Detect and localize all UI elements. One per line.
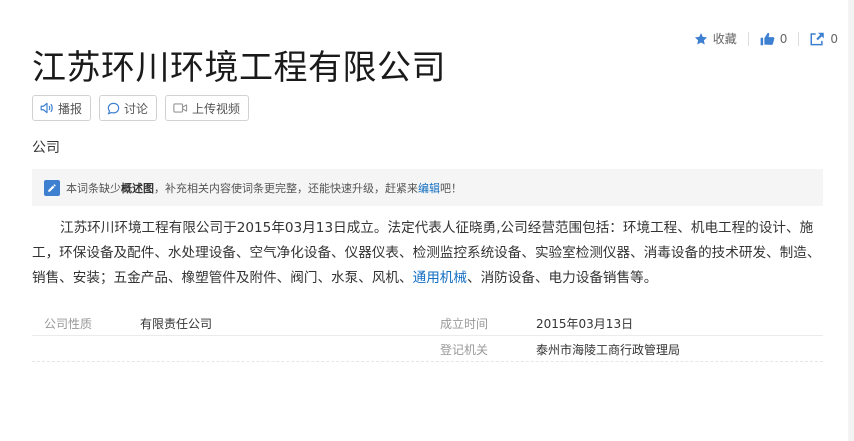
like-count: 0 bbox=[779, 31, 788, 46]
video-icon bbox=[173, 102, 188, 114]
star-icon bbox=[694, 32, 708, 46]
speaker-icon bbox=[40, 102, 54, 114]
discuss-label: 讨论 bbox=[124, 101, 149, 116]
basic-info-value: 泰州市海陵工商行政管理局 bbox=[536, 343, 681, 357]
basic-info-value: 2015年03月13日 bbox=[536, 317, 634, 331]
divider bbox=[747, 31, 749, 46]
share-button[interactable]: 0 bbox=[810, 32, 838, 46]
missing-image-notice: 本词条缺少 概述图 ，补充相关内容使词条更完整，还能快速升级，赶紧来 编辑 吧！ bbox=[32, 169, 823, 206]
notice-prefix: 本词条缺少 bbox=[66, 181, 121, 195]
basic-info-row: 登记机关 泰州市海陵工商行政管理局 bbox=[32, 336, 823, 362]
basic-info-value: 有限责任公司 bbox=[140, 317, 213, 331]
entry-toolbar: 播报 讨论 上传视频 bbox=[32, 95, 250, 121]
basic-info-name: 成立时间 bbox=[440, 317, 489, 331]
notice-missing-item: 概述图 bbox=[121, 181, 154, 195]
favorite-button[interactable]: 收藏 bbox=[694, 30, 737, 47]
basic-info-name: 登记机关 bbox=[440, 343, 489, 357]
chat-bubble-icon bbox=[107, 102, 120, 115]
divider bbox=[798, 31, 800, 46]
basic-info-name: 公司性质 bbox=[44, 317, 93, 331]
notice-suffix: 吧！ bbox=[440, 181, 462, 195]
favorite-label: 收藏 bbox=[712, 32, 737, 46]
upload-video-label: 上传视频 bbox=[192, 101, 241, 116]
pencil-icon bbox=[44, 179, 60, 196]
upload-video-button[interactable]: 上传视频 bbox=[165, 95, 250, 121]
summary-text-end: 、消防设备、电力设备销售等。 bbox=[467, 270, 658, 286]
share-count: 0 bbox=[830, 31, 838, 46]
entry-actions: 收藏 0 0 bbox=[694, 30, 838, 47]
broadcast-button[interactable]: 播报 bbox=[32, 95, 92, 121]
category-tag[interactable]: 公司 bbox=[32, 137, 60, 157]
like-button[interactable]: 0 bbox=[760, 31, 788, 46]
page-title: 江苏环川环境工程有限公司 bbox=[32, 48, 446, 88]
summary-paragraph: 江苏环川环境工程有限公司于2015年03月13日成立。法定代表人征晓勇,公司经营… bbox=[32, 216, 827, 291]
basic-info-table: 公司性质 有限责任公司 成立时间 2015年03月13日 登记机关 泰州市海陵工… bbox=[32, 310, 823, 362]
scrollbar[interactable] bbox=[848, 0, 854, 441]
summary-link-general-machinery[interactable]: 通用机械 bbox=[413, 270, 467, 286]
edit-link[interactable]: 编辑 bbox=[418, 180, 440, 196]
notice-middle: ，补充相关内容使词条更完整，还能快速升级，赶紧来 bbox=[154, 181, 418, 195]
thumbs-up-icon bbox=[760, 32, 775, 46]
share-icon bbox=[810, 32, 825, 46]
discuss-button[interactable]: 讨论 bbox=[99, 95, 158, 121]
basic-info-row: 公司性质 有限责任公司 成立时间 2015年03月13日 bbox=[32, 310, 823, 336]
broadcast-label: 播报 bbox=[58, 101, 83, 116]
